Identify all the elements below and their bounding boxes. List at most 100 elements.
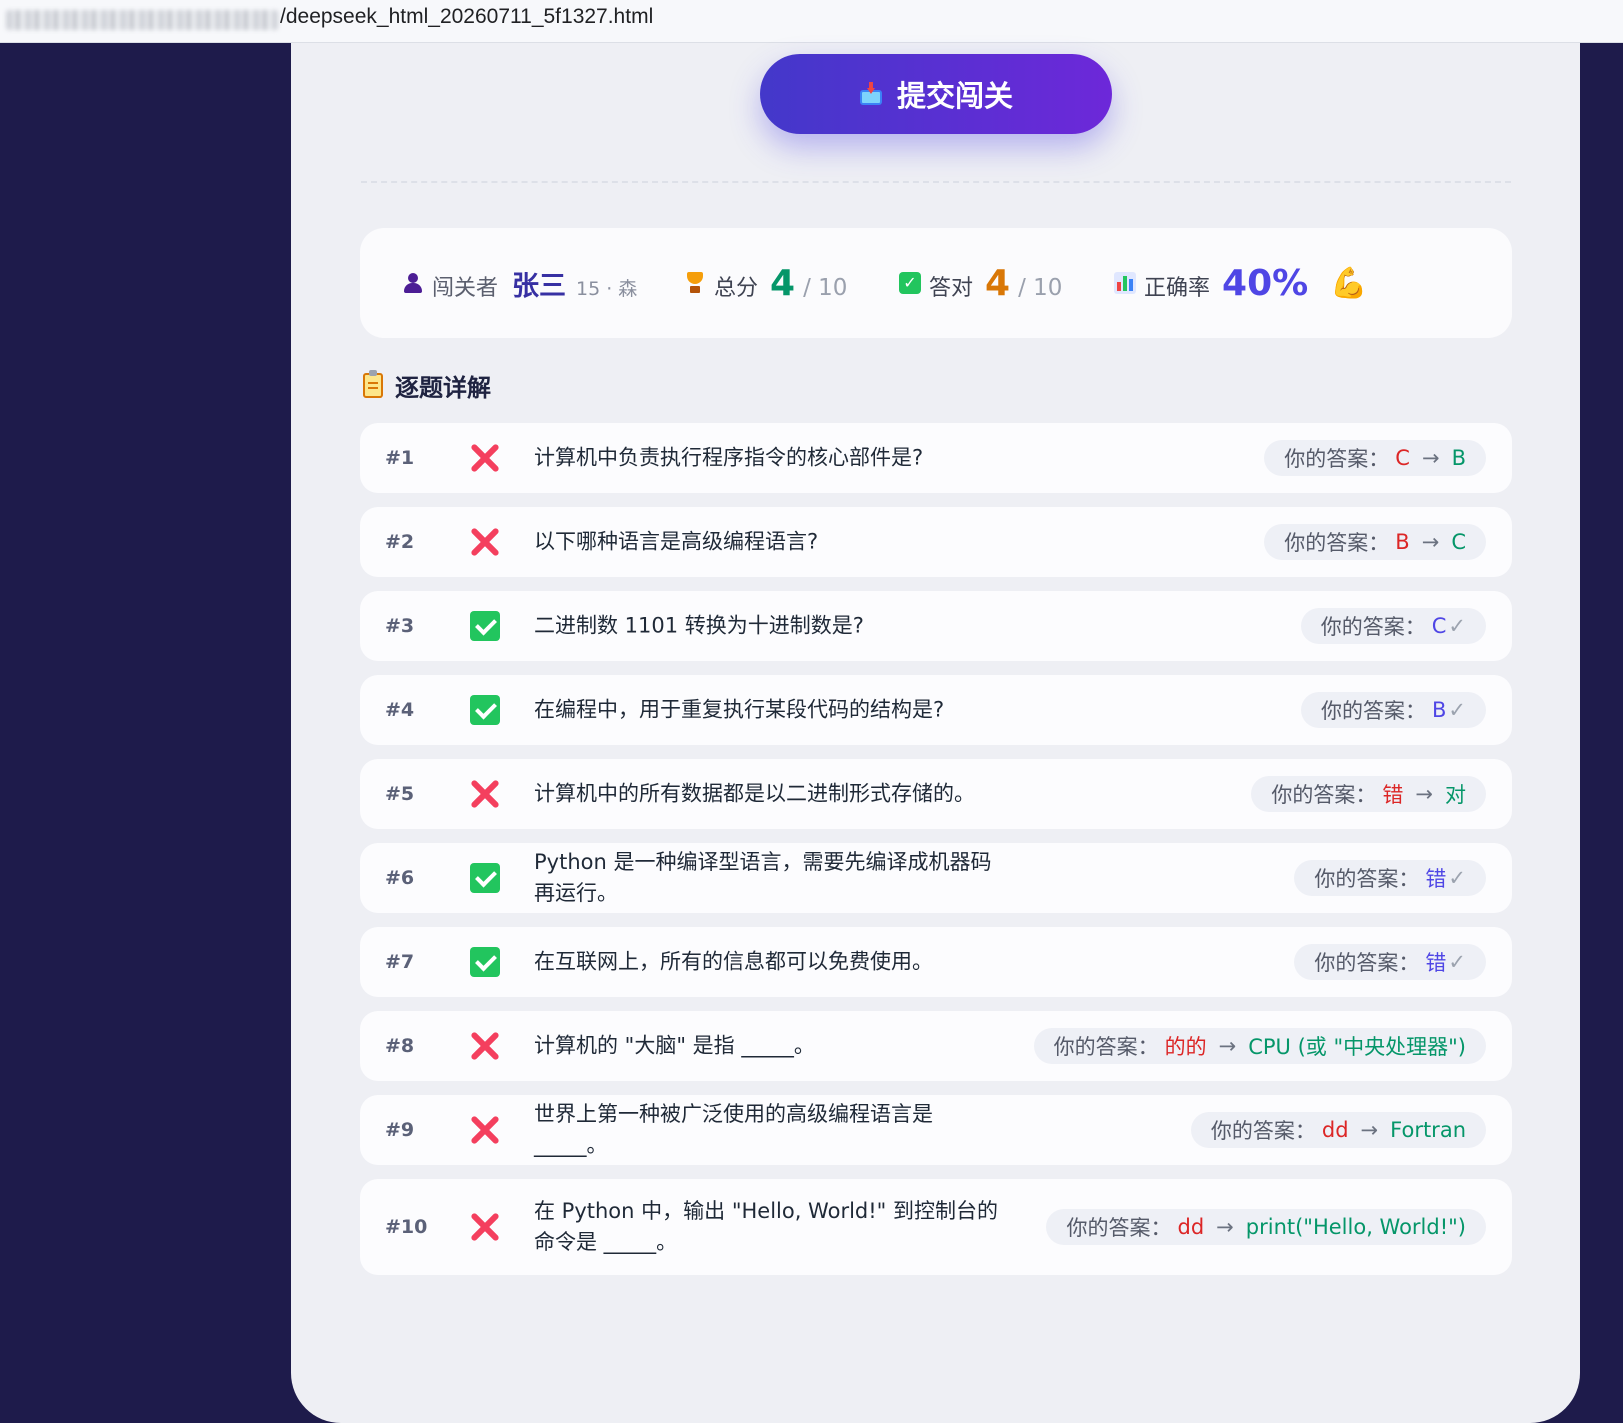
arrow: →: [1421, 446, 1440, 470]
question-number: #9: [385, 1119, 415, 1141]
cross-mark-icon: [470, 443, 500, 473]
score-label: 总分: [714, 275, 759, 301]
rate-value: 40%: [1222, 262, 1309, 304]
question-row: #3 二进制数 1101 转换为十进制数是? 你的答案： C ✓: [360, 591, 1512, 661]
check-mark-icon: [470, 947, 500, 977]
check-mark-icon: [470, 695, 500, 725]
correct-label: 答对: [929, 275, 974, 301]
question-text: 计算机的 "大脑" 是指 _____。: [534, 1033, 815, 1058]
answer-pill: 你的答案： dd → Fortran: [1190, 1112, 1486, 1148]
trophy-icon: [684, 271, 706, 295]
answer-label: 你的答案：: [1284, 447, 1390, 471]
arrow: →: [1218, 1034, 1237, 1058]
question-number: #4: [385, 699, 415, 721]
answer-label: 你的答案：: [1284, 531, 1390, 555]
your-answer: C: [1395, 446, 1410, 470]
your-answer: dd: [1321, 1118, 1349, 1142]
question-row: #2 以下哪种语言是高级编程语言? 你的答案： B → C: [360, 507, 1512, 577]
answer-pill: 你的答案：错 ✓: [1294, 860, 1486, 896]
correct-answer: 对: [1445, 783, 1466, 807]
user-icon: [402, 272, 424, 294]
correct-tick: ✓: [1448, 698, 1466, 722]
answer-label: 你的答案：: [1271, 783, 1377, 807]
quiz-card: 提交闯关 闯关者 张三 15 · 森 总分 4 / 10 ✓ 答对 4 / 10…: [291, 43, 1580, 1423]
answer-label: 你的答案：: [1320, 615, 1426, 639]
correct-answer: Fortran: [1390, 1118, 1466, 1142]
browser-address-bar[interactable]: /deepseek_html_20260711_5f1327.html: [0, 0, 1623, 43]
answer-pill: 你的答案： C ✓: [1300, 608, 1486, 644]
answer-label: 你的答案：: [1066, 1216, 1172, 1240]
question-row: #7 在互联网上，所有的信息都可以免费使用。 你的答案：错 ✓: [360, 927, 1512, 997]
score-value: 4: [770, 262, 796, 304]
answer-label: 你的答案：: [1314, 867, 1420, 891]
question-text: Python 是一种编译型语言，需要先编译成机器码再运行。: [534, 850, 992, 905]
rate-label: 正确率: [1144, 275, 1211, 301]
question-number: #1: [385, 447, 415, 469]
your-answer: dd: [1177, 1215, 1205, 1239]
player-stat: 闯关者 张三 15 · 森: [402, 264, 684, 303]
your-answer: 错: [1382, 783, 1404, 807]
question-text: 计算机中的所有数据都是以二进制形式存储的。: [534, 781, 975, 806]
correct-tick: ✓: [1448, 614, 1466, 638]
question-text: 世界上第一种被广泛使用的高级编程语言是 _____。: [534, 1102, 933, 1157]
dashed-divider: [361, 181, 1511, 183]
your-answer: C: [1431, 614, 1447, 638]
answer-pill: 你的答案： 的的 → CPU (或 "中央处理器"): [1033, 1028, 1486, 1064]
cross-mark-icon: [470, 779, 500, 809]
details-title: 逐题详解: [395, 374, 491, 402]
answer-pill: 你的答案： B ✓: [1300, 692, 1486, 728]
correct-total: / 10: [1018, 274, 1063, 301]
question-number: #5: [385, 783, 415, 805]
details-heading: 逐题详解: [363, 368, 491, 403]
question-row: #5 计算机中的所有数据都是以二进制形式存储的。 你的答案：错 → 对: [360, 759, 1512, 829]
arrow: →: [1360, 1118, 1379, 1142]
arrow: →: [1421, 530, 1440, 554]
bar-chart-icon: [1114, 272, 1136, 294]
player-name: 张三: [512, 270, 567, 302]
question-row: #10 在 Python 中，输出 "Hello, World!" 到控制台的命令…: [360, 1179, 1512, 1275]
flexed-biceps-icon: 💪: [1330, 265, 1368, 301]
your-answer: 错: [1425, 951, 1447, 975]
cross-mark-icon: [470, 1031, 500, 1061]
arrow: →: [1216, 1215, 1234, 1239]
question-number: #2: [385, 531, 415, 553]
answer-pill: 你的答案： B → C: [1264, 524, 1486, 560]
answer-pill: 你的答案：错 ✓: [1294, 944, 1486, 980]
answer-label: 你的答案：: [1053, 1035, 1159, 1059]
url-redacted-prefix: [6, 10, 278, 30]
url-text[interactable]: /deepseek_html_20260711_5f1327.html: [280, 5, 653, 29]
question-number: #10: [385, 1216, 428, 1238]
submit-quiz-button[interactable]: 提交闯关: [760, 54, 1112, 134]
player-label: 闯关者: [432, 275, 499, 301]
question-row: #9 世界上第一种被广泛使用的高级编程语言是 _____。 你的答案： dd → Fort…: [360, 1095, 1512, 1165]
question-number: #6: [385, 867, 415, 889]
check-mark-icon: ✓: [899, 272, 921, 294]
question-text: 以下哪种语言是高级编程语言?: [534, 529, 819, 554]
cross-mark-icon: [470, 1212, 500, 1242]
player-meta: 15 · 森: [576, 277, 638, 300]
answer-pill: 你的答案： dd → print("Hello, World!"): [1046, 1209, 1486, 1245]
arrow: →: [1415, 782, 1433, 806]
question-number: #7: [385, 951, 415, 973]
your-answer: B: [1395, 530, 1410, 554]
question-row: #8 计算机的 "大脑" 是指 _____。 你的答案： 的的 → CPU (或 "中央处…: [360, 1011, 1512, 1081]
submit-button-label: 提交闯关: [896, 79, 1013, 113]
correct-answer: print("Hello, World!"): [1245, 1215, 1466, 1239]
answer-pill: 你的答案： C → B: [1264, 440, 1486, 476]
your-answer: 的的: [1164, 1035, 1207, 1059]
check-mark-icon: [470, 611, 500, 641]
answer-label: 你的答案：: [1320, 699, 1426, 723]
question-text: 在 Python 中，输出 "Hello, World!" 到控制台的命令是 _…: [534, 1199, 998, 1254]
question-text: 计算机中负责执行程序指令的核心部件是?: [534, 445, 924, 470]
correct-answer: CPU (或 "中央处理器"): [1248, 1035, 1466, 1059]
question-text: 二进制数 1101 转换为十进制数是?: [534, 613, 864, 638]
question-text: 在编程中，用于重复执行某段代码的结构是?: [534, 697, 945, 722]
question-row: #1 计算机中负责执行程序指令的核心部件是? 你的答案： C → B: [360, 423, 1512, 493]
cross-mark-icon: [470, 1115, 500, 1145]
correct-tick: ✓: [1448, 866, 1466, 890]
correct-value: 4: [985, 262, 1011, 304]
correct-answer: B: [1451, 446, 1466, 470]
cross-mark-icon: [470, 527, 500, 557]
answer-label: 你的答案：: [1314, 951, 1420, 975]
question-number: #3: [385, 615, 415, 637]
